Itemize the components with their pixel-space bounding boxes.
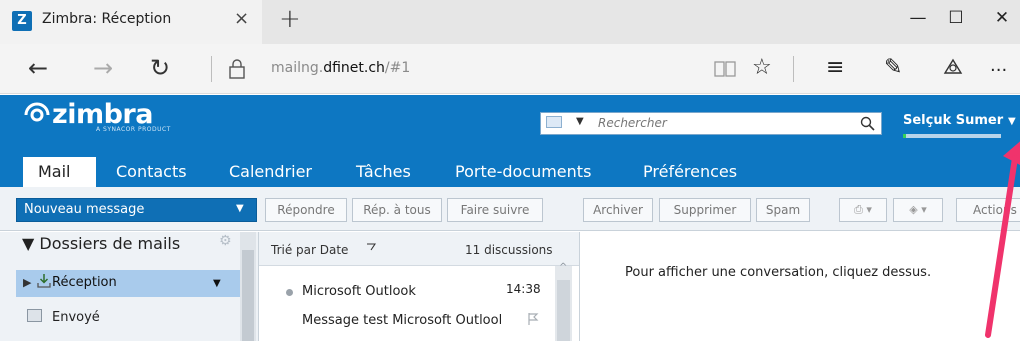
minimize-icon[interactable]: — xyxy=(898,8,938,28)
forward-icon[interactable]: → xyxy=(93,54,113,82)
new-tab-icon[interactable]: + xyxy=(279,4,301,34)
spam-button[interactable]: Spam xyxy=(756,198,810,222)
folders-title-label: Dossiers de mails xyxy=(39,234,181,253)
print-button[interactable]: ⎙ ▾ xyxy=(839,198,887,222)
folder-menu-caret-icon[interactable]: ▼ xyxy=(213,278,221,289)
quota-bar-fill xyxy=(903,134,906,138)
sort-by-date[interactable]: Trié par Date xyxy=(271,243,348,257)
list-item[interactable] xyxy=(259,270,555,341)
reading-pane xyxy=(581,232,1020,341)
address-separator xyxy=(211,56,212,82)
message-list-scrollbar-thumb[interactable] xyxy=(557,280,570,341)
tag-button[interactable]: ◈ ▾ xyxy=(893,198,943,222)
folder-item-sent[interactable]: Envoyé xyxy=(52,310,100,325)
mail-search-type-icon[interactable] xyxy=(546,116,562,128)
url-field[interactable]: mailng.dfinet.ch/#1 xyxy=(271,60,410,76)
new-message-caret-icon[interactable]: ▼ xyxy=(236,203,244,214)
tab-taches[interactable]: Tâches xyxy=(356,162,411,181)
favorite-star-icon[interactable]: ☆ xyxy=(752,55,772,80)
close-tab-icon[interactable]: × xyxy=(234,8,249,29)
zimbra-logo-tagline: A SYNACOR PRODUCT xyxy=(96,126,171,133)
user-name[interactable]: Selçuk Sumer xyxy=(903,113,1003,128)
gear-icon[interactable]: ⚙ xyxy=(219,233,232,249)
forward-button[interactable]: Faire suivre xyxy=(447,198,543,222)
web-note-icon[interactable]: ✎ xyxy=(884,55,902,80)
reading-view-icon[interactable] xyxy=(713,59,737,79)
maximize-icon[interactable]: ☐ xyxy=(936,8,976,28)
unread-dot-icon xyxy=(286,289,293,296)
hub-icon[interactable]: ≡ xyxy=(826,55,844,80)
reply-button[interactable]: Répondre xyxy=(265,198,347,222)
new-message-label: Nouveau message xyxy=(24,202,145,217)
collapse-triangle-icon: ▼ xyxy=(22,234,40,253)
zimbra-favicon-icon: Z xyxy=(12,11,32,31)
search-input[interactable]: Rechercher xyxy=(598,116,667,130)
message-sender: Microsoft Outlook xyxy=(302,284,416,299)
more-icon[interactable]: ··· xyxy=(990,60,1007,81)
message-time: 14:38 xyxy=(506,282,541,296)
back-icon[interactable]: ← xyxy=(28,54,48,82)
tools-separator xyxy=(793,56,794,82)
refresh-icon[interactable]: ↻ xyxy=(150,54,170,82)
flag-icon[interactable] xyxy=(527,312,539,326)
sort-direction-icon[interactable] xyxy=(366,242,376,252)
search-box[interactable] xyxy=(540,112,882,135)
tab-preferences[interactable]: Préférences xyxy=(643,162,737,181)
expand-arrow-icon[interactable]: ▶ xyxy=(23,276,31,289)
folders-scrollbar-thumb[interactable] xyxy=(242,250,254,341)
tab-porte-documents[interactable]: Porte-documents xyxy=(455,162,591,181)
tag-icon: ◈ ▾ xyxy=(909,203,927,216)
delete-button[interactable]: Supprimer xyxy=(659,198,751,222)
archive-button[interactable]: Archiver xyxy=(583,198,653,222)
share-icon[interactable] xyxy=(942,57,964,79)
actions-button[interactable]: Actions xyxy=(956,198,1020,222)
discussion-count: 11 discussions xyxy=(465,243,553,257)
lock-icon xyxy=(229,59,245,79)
search-type-caret-icon[interactable]: ▼ xyxy=(576,116,584,127)
tab-mail-label: Mail xyxy=(38,162,71,181)
scroll-up-icon[interactable]: ^ xyxy=(559,262,567,273)
reading-pane-empty-message: Pour afficher une conversation, cliquez … xyxy=(625,265,932,280)
reply-all-button[interactable]: Rép. à tous xyxy=(352,198,442,222)
inbox-icon xyxy=(37,274,51,288)
close-window-icon[interactable]: ✕ xyxy=(982,8,1020,28)
folder-item-inbox-label: Réception xyxy=(52,275,117,290)
sent-folder-icon xyxy=(27,309,42,322)
tab-calendrier[interactable]: Calendrier xyxy=(229,162,312,181)
tab-contacts[interactable]: Contacts xyxy=(116,162,187,181)
quota-bar xyxy=(903,134,1001,138)
user-menu-caret-icon[interactable]: ▼ xyxy=(1008,116,1016,127)
message-subject: Message test Microsoft Outlool xyxy=(302,313,503,328)
browser-tab-title: Zimbra: Réception xyxy=(42,11,172,27)
printer-icon: ⎙ ▾ xyxy=(854,203,872,216)
folders-title[interactable]: ▼ Dossiers de mails xyxy=(22,234,180,253)
search-icon[interactable] xyxy=(860,116,876,132)
